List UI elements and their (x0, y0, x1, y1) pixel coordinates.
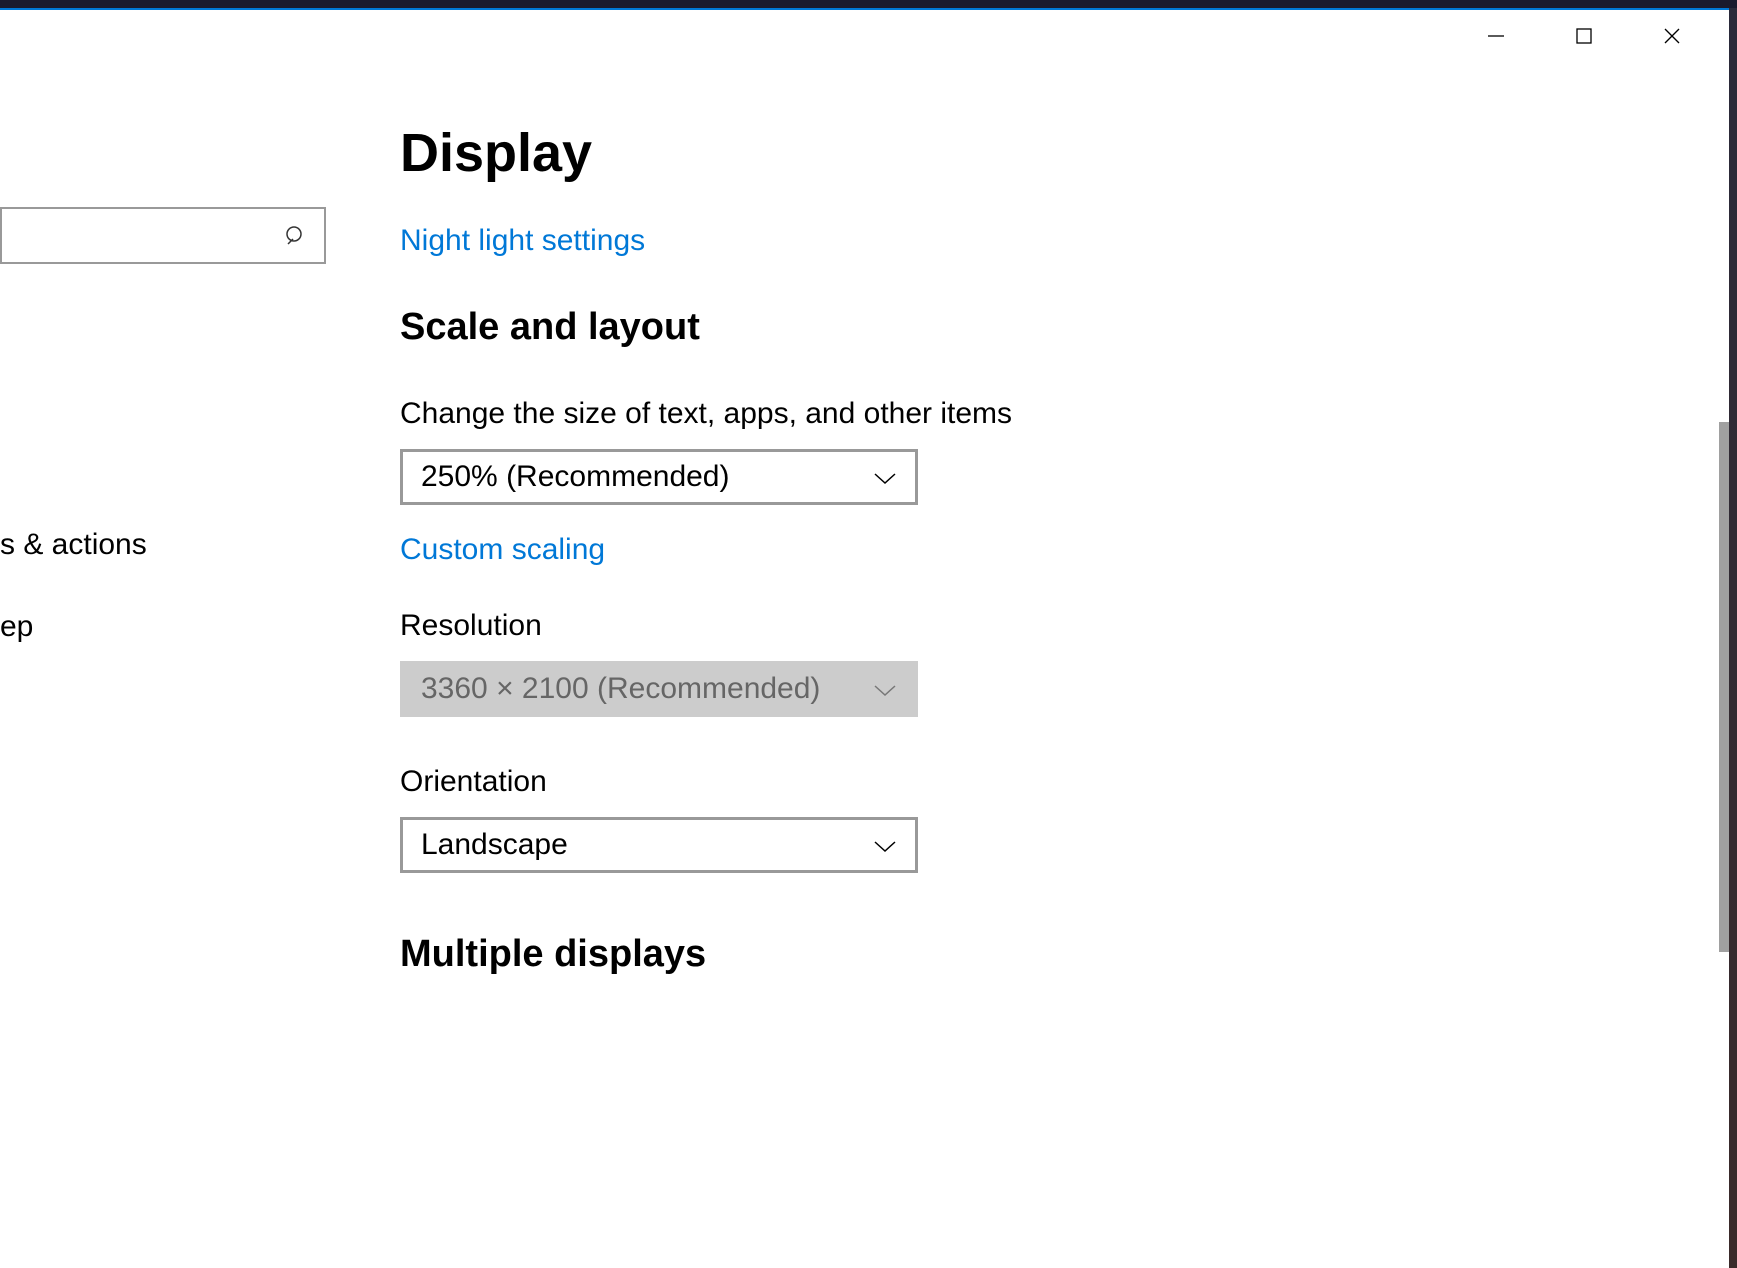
scale-dropdown-value: 250% (Recommended) (421, 460, 729, 494)
close-button[interactable] (1641, 12, 1703, 60)
chevron-down-icon (873, 828, 897, 862)
multiple-displays-heading: Multiple displays (400, 933, 1729, 976)
search-icon (284, 224, 308, 248)
main-content: Display Night light settings Scale and l… (400, 62, 1729, 1268)
resolution-dropdown-value: 3360 × 2100 (Recommended) (421, 672, 820, 706)
sidebar: s & actions ep (0, 62, 400, 1268)
sidebar-item-power-sleep[interactable]: ep (0, 586, 400, 668)
minimize-icon (1486, 26, 1506, 46)
page-title: Display (400, 122, 1729, 184)
vertical-scrollbar[interactable] (1717, 62, 1729, 1268)
orientation-label: Orientation (400, 765, 1729, 799)
scale-dropdown[interactable]: 250% (Recommended) (400, 449, 918, 505)
maximize-icon (1574, 26, 1594, 46)
desktop-background-strip (1729, 8, 1737, 1268)
chevron-down-icon (873, 672, 897, 706)
sidebar-item-label: s & actions (0, 528, 147, 561)
scale-label: Change the size of text, apps, and other… (400, 397, 1729, 431)
sidebar-item-notifications-actions[interactable]: s & actions (0, 504, 400, 586)
resolution-dropdown: 3360 × 2100 (Recommended) (400, 661, 918, 717)
minimize-button[interactable] (1465, 12, 1527, 60)
window-titlebar (0, 10, 1729, 62)
scrollbar-thumb[interactable] (1719, 422, 1729, 952)
orientation-dropdown[interactable]: Landscape (400, 817, 918, 873)
sidebar-item-label: ep (0, 610, 33, 643)
night-light-settings-link[interactable]: Night light settings (400, 224, 1729, 258)
settings-window: s & actions ep Display Night light setti… (0, 8, 1729, 1268)
chevron-down-icon (873, 460, 897, 494)
search-input[interactable] (0, 207, 326, 264)
orientation-dropdown-value: Landscape (421, 828, 568, 862)
maximize-button[interactable] (1553, 12, 1615, 60)
window-body: s & actions ep Display Night light setti… (0, 62, 1729, 1268)
scale-and-layout-heading: Scale and layout (400, 306, 1729, 349)
spacer (400, 745, 1729, 765)
custom-scaling-link[interactable]: Custom scaling (400, 533, 1729, 567)
resolution-label: Resolution (400, 609, 1729, 643)
sidebar-nav: s & actions ep (0, 504, 400, 668)
close-icon (1662, 26, 1682, 46)
